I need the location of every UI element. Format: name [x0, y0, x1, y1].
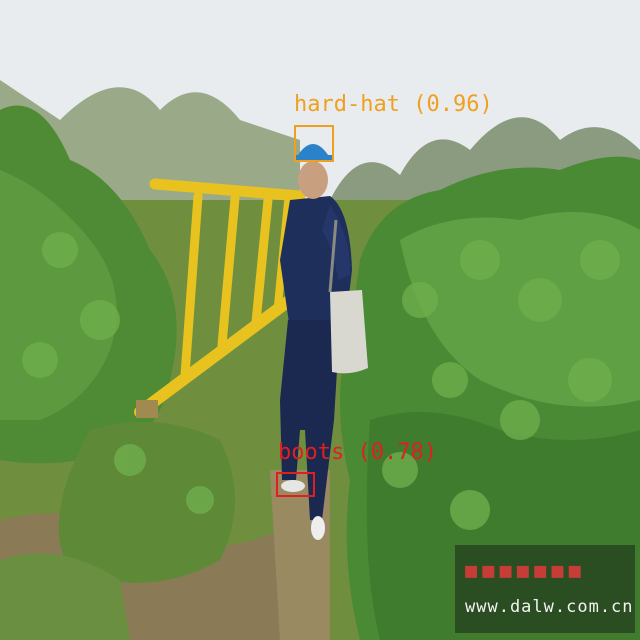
watermark: ▪▪▪▪▪▪▪ www.dalw.com.cn	[455, 545, 635, 633]
boots-label-text: boots	[278, 440, 345, 465]
watermark-logo: ▪▪▪▪▪▪▪	[463, 555, 584, 584]
hard-hat-detection-box	[294, 125, 334, 162]
boots-detection-label: boots (0.78)	[278, 440, 437, 465]
photo-scene: hard-hat (0.96) boots (0.78) ▪▪▪▪▪▪▪ www…	[0, 0, 640, 640]
boots-score: 0.78	[370, 440, 424, 465]
hard-hat-score: 0.96	[426, 92, 480, 117]
watermark-url: www.dalw.com.cn	[465, 597, 634, 617]
hard-hat-detection-label: hard-hat (0.96)	[294, 92, 493, 117]
boots-detection-box	[276, 472, 315, 497]
hard-hat-label-text: hard-hat	[294, 92, 400, 117]
